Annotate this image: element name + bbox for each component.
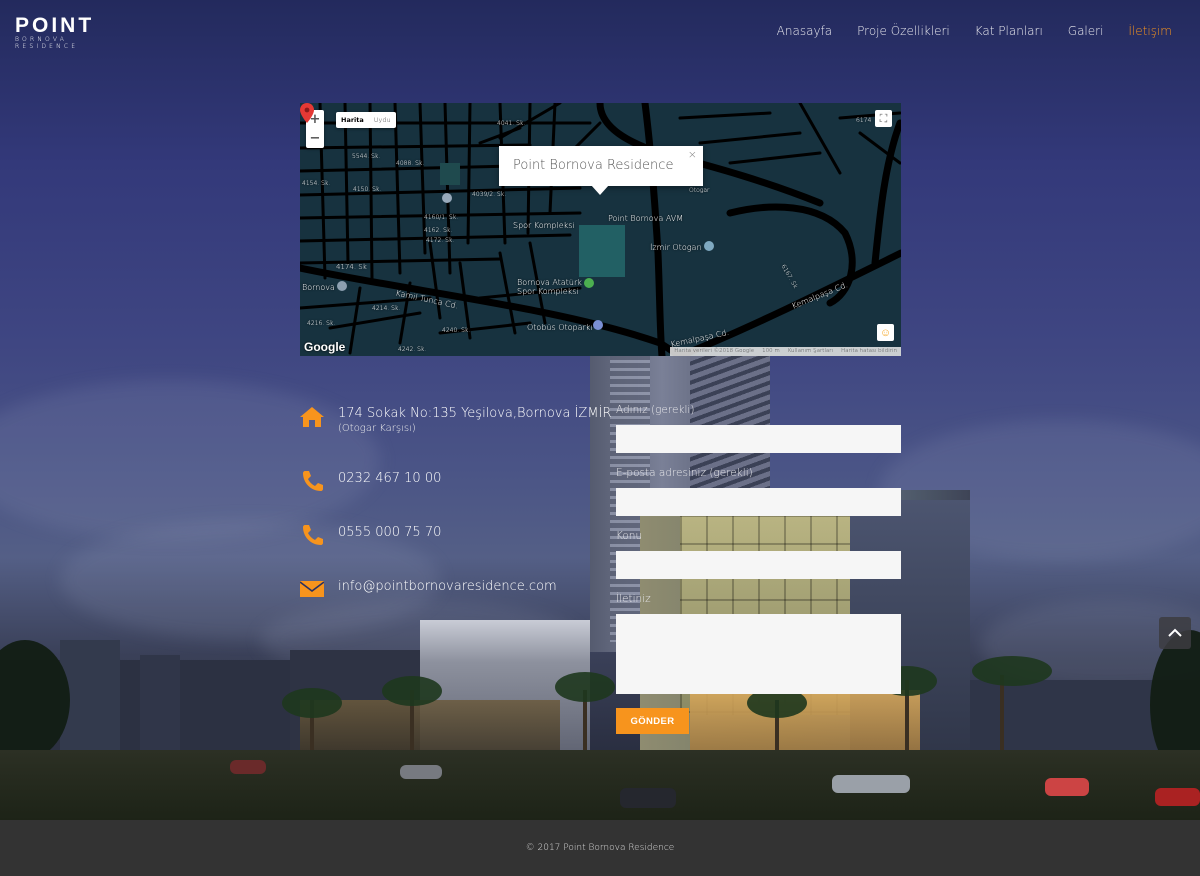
phone-icon bbox=[303, 525, 323, 545]
phone-2-text[interactable]: 0555 000 75 70 bbox=[338, 524, 441, 546]
map-label: 4162. Sk. bbox=[424, 227, 453, 234]
map-label: İzmir Otogarı bbox=[650, 243, 702, 252]
google-logo: Google bbox=[304, 340, 346, 354]
subject-label: Konu bbox=[616, 530, 643, 542]
map-popup-title: Point Bornova Residence bbox=[513, 158, 674, 173]
brand-logo[interactable]: POINT BORNOVA RESIDENCE bbox=[15, 14, 105, 50]
fullscreen-icon[interactable]: ⛶ bbox=[875, 110, 892, 127]
poi-marker[interactable] bbox=[584, 278, 594, 288]
parking-icon[interactable] bbox=[593, 320, 603, 330]
map-terms-link[interactable]: Kullanım Şartları bbox=[788, 347, 833, 356]
map-label: Otobüs Otoparkı bbox=[527, 323, 593, 332]
message-label: İletiniz bbox=[616, 593, 651, 605]
phone-icon bbox=[303, 471, 323, 491]
mail-icon bbox=[300, 581, 324, 597]
email-row: info@pointbornovaresidence.com bbox=[300, 578, 557, 600]
chevron-up-icon bbox=[1168, 628, 1182, 637]
map-info-window: Point Bornova Residence × bbox=[499, 146, 703, 195]
palm-tree bbox=[282, 688, 342, 718]
map-label: 6174 bbox=[856, 117, 872, 124]
map-label: 4041. Sk. bbox=[497, 120, 526, 127]
map-label: 4088. Sk. bbox=[396, 160, 425, 167]
map-type-harita[interactable]: Harita bbox=[336, 112, 369, 128]
map-scale[interactable]: 100 m bbox=[762, 347, 780, 356]
subject-field[interactable] bbox=[616, 551, 901, 579]
map-data-credit: Harita verileri ©2018 Google bbox=[674, 348, 755, 354]
palm-tree bbox=[972, 656, 1052, 686]
back-to-top-button[interactable] bbox=[1159, 617, 1191, 649]
submit-button[interactable]: GÖNDER bbox=[616, 708, 689, 734]
lawn bbox=[0, 750, 1200, 820]
map-label: 4172. Sk. bbox=[426, 237, 455, 244]
map-label: 4174. Sk bbox=[336, 263, 367, 271]
poi-marker[interactable] bbox=[442, 193, 452, 203]
car bbox=[620, 788, 676, 808]
map-type-uydu[interactable]: Uydu bbox=[369, 112, 396, 128]
name-field[interactable] bbox=[616, 425, 901, 453]
map-label: Bornova Atatürk bbox=[517, 278, 582, 287]
map-label: 4240. Sk. bbox=[442, 327, 471, 334]
map-label: 4242. Sk. bbox=[398, 346, 427, 353]
map-label: 4150. Sk. bbox=[353, 186, 382, 193]
main-nav: Anasayfa Proje Özellikleri Kat Planları … bbox=[777, 24, 1172, 38]
map-label: 4216. Sk. bbox=[307, 320, 336, 327]
map-label: 5544. Sk. bbox=[352, 153, 381, 160]
building bbox=[140, 655, 180, 760]
poi-marker[interactable] bbox=[704, 241, 714, 251]
map-label: 4154. Sk. bbox=[302, 180, 331, 187]
address-note: (Otogar Karşısı) bbox=[338, 423, 416, 434]
poi-marker[interactable] bbox=[337, 281, 347, 291]
brand-name: POINT bbox=[15, 14, 95, 37]
car bbox=[832, 775, 910, 793]
map-label: 4160/1. Sk. bbox=[424, 214, 459, 221]
map-label: Bornova bbox=[302, 283, 335, 292]
map-label: 4214. Sk. bbox=[372, 305, 401, 312]
location-pin-icon[interactable] bbox=[300, 103, 314, 123]
nav-item-galeri[interactable]: Galeri bbox=[1068, 24, 1104, 38]
zoom-out-button[interactable]: − bbox=[306, 129, 324, 148]
address-row: 174 Sokak No:135 Yeşilova,Bornova İZMİR … bbox=[300, 406, 611, 436]
palm-tree bbox=[382, 676, 442, 706]
brand-tagline: BORNOVA RESIDENCE bbox=[15, 36, 79, 50]
map-label: Otogar bbox=[689, 187, 710, 194]
close-icon[interactable]: × bbox=[688, 148, 697, 161]
name-label: Adınız (gerekli) bbox=[616, 404, 695, 416]
phone-row-2: 0555 000 75 70 bbox=[300, 524, 441, 546]
car bbox=[230, 760, 266, 774]
palm-tree bbox=[555, 672, 615, 702]
map-label: Spor Kompleksi bbox=[517, 287, 579, 296]
car bbox=[1045, 778, 1089, 796]
nav-item-iletisim[interactable]: İletişim bbox=[1128, 24, 1172, 38]
car bbox=[400, 765, 442, 779]
home-icon bbox=[300, 407, 324, 427]
map-streets bbox=[300, 103, 901, 356]
phone-row-1: 0232 467 10 00 bbox=[300, 470, 441, 492]
google-map[interactable]: + − ⛶ Spor Kompleksi Bornova Atatürk Spo… bbox=[300, 103, 901, 356]
map-label: Point Bornova AVM bbox=[608, 214, 684, 223]
car bbox=[1155, 788, 1200, 806]
map-attribution: Harita verileri ©2018 Google 100 m Kulla… bbox=[670, 347, 901, 356]
map-report-link[interactable]: Harita hatası bildirin bbox=[841, 347, 897, 356]
email-label: E-posta adresiniz (gerekli) bbox=[616, 467, 753, 479]
map-label: Spor Kompleksi bbox=[513, 221, 575, 230]
message-field[interactable] bbox=[616, 614, 901, 694]
pegman-icon[interactable]: ☺ bbox=[877, 324, 894, 341]
nav-item-anasayfa[interactable]: Anasayfa bbox=[777, 24, 832, 38]
copyright-text: © 2017 Point Bornova Residence bbox=[525, 843, 675, 853]
site-footer: © 2017 Point Bornova Residence bbox=[0, 820, 1200, 876]
email-field[interactable] bbox=[616, 488, 901, 516]
map-type-control: Harita Uydu bbox=[336, 112, 396, 128]
nav-item-kat-planlari[interactable]: Kat Planları bbox=[975, 24, 1043, 38]
cloud bbox=[0, 380, 380, 540]
site-header: POINT BORNOVA RESIDENCE Anasayfa Proje Ö… bbox=[0, 0, 1200, 64]
map-label: 4039/2. Sk. bbox=[472, 191, 507, 198]
phone-1-text[interactable]: 0232 467 10 00 bbox=[338, 470, 441, 492]
email-text[interactable]: info@pointbornovaresidence.com bbox=[338, 578, 557, 600]
nav-item-proje-ozellikleri[interactable]: Proje Özellikleri bbox=[857, 24, 950, 38]
address-text: 174 Sokak No:135 Yeşilova,Bornova İZMİR bbox=[338, 406, 612, 421]
